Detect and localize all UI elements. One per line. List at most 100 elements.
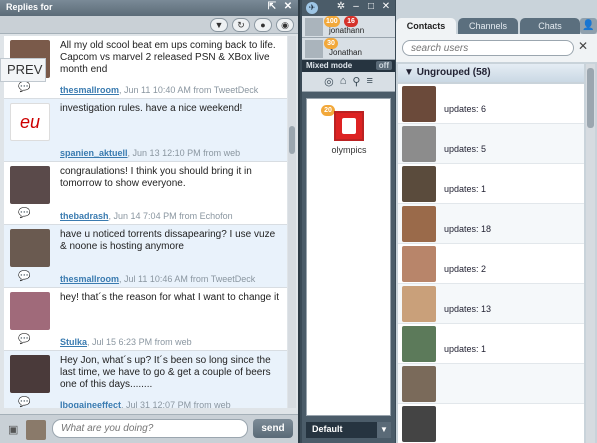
avatar[interactable]	[402, 246, 436, 282]
avatar[interactable]	[402, 406, 436, 442]
minimize-icon[interactable]: –	[350, 1, 362, 13]
tweet-item[interactable]: 💬 hey! that´s the reason for what I want…	[4, 288, 287, 351]
tweet-text: congraulations! I think you should bring…	[60, 166, 252, 189]
group-badge: 20	[321, 105, 335, 116]
status-input[interactable]	[52, 419, 248, 438]
filter-icon[interactable]: ▼	[210, 18, 228, 32]
updates-count: updates: 5	[444, 144, 487, 154]
mode-state[interactable]: off	[375, 61, 392, 70]
tweet-feed: 💬 All my old scool beat em ups coming ba…	[4, 36, 287, 408]
reply-icon[interactable]: 💬	[18, 82, 30, 93]
contact-item[interactable]: updates: 1	[398, 164, 584, 204]
avatar[interactable]	[10, 355, 50, 393]
feed-scrollbar[interactable]	[288, 36, 296, 408]
tweet-item[interactable]: 💬 have u noticed torrents dissapearing? …	[4, 225, 287, 288]
close-icon[interactable]: ✕	[282, 1, 294, 13]
menu-icon[interactable]: ≡	[366, 75, 372, 91]
contact-item[interactable]: updates: 13	[398, 284, 584, 324]
chevron-down-icon[interactable]: ▼	[377, 422, 391, 438]
mid-toolbar: ◎ ⌂ ⚲ ≡	[302, 72, 395, 92]
pop-out-icon[interactable]: ⇱	[266, 1, 278, 13]
settings-icon[interactable]: ✲	[335, 1, 347, 13]
tweet-text: Hey Jon, what´s up? It´s been so long si…	[60, 355, 271, 390]
tweet-user[interactable]: thesmallroom	[60, 85, 119, 95]
updates-count: updates: 1	[444, 344, 487, 354]
tab-channels[interactable]: Channels	[458, 18, 518, 34]
tweet-text: have u noticed torrents dissapearing? I …	[60, 229, 276, 252]
tweet-item[interactable]: 💬 All my old scool beat em ups coming ba…	[4, 36, 287, 99]
maximize-icon[interactable]: □	[365, 1, 377, 13]
replies-panel: Replies for ⇱ ✕ ▼ ↻ ● ◉ PREV 💬 All my ol…	[0, 0, 300, 443]
contact-item[interactable]: updates: 18	[398, 204, 584, 244]
reply-icon[interactable]: 💬	[18, 334, 30, 345]
close-icon[interactable]: ✕	[380, 1, 392, 13]
reply-icon[interactable]: 💬	[18, 208, 30, 219]
account-item[interactable]: 30 Jonathan	[302, 38, 395, 60]
contact-item[interactable]: updates: 6	[398, 84, 584, 124]
prev-button[interactable]: PREV	[0, 58, 46, 82]
avatar	[305, 40, 323, 58]
tweet-item[interactable]: eu investigation rules. have a nice week…	[4, 99, 287, 162]
tweet-user[interactable]: Ibogaineeffect	[60, 400, 121, 408]
contact-item[interactable]: updates: 1	[398, 324, 584, 364]
tab-contacts[interactable]: Contacts	[396, 18, 456, 34]
contact-item[interactable]	[398, 364, 584, 404]
avatar[interactable]	[402, 126, 436, 162]
camera-icon[interactable]: ▣	[8, 423, 18, 436]
contacts-scrollbar[interactable]	[586, 64, 595, 443]
tweet-user[interactable]: thebadrash	[60, 211, 109, 221]
broadcast-icon[interactable]: ◎	[324, 75, 334, 91]
avatar[interactable]	[10, 229, 50, 267]
tweet-user[interactable]: spanien_aktuell	[60, 148, 128, 158]
tab-bar: Contacts Channels Chats	[396, 18, 580, 34]
avatar[interactable]	[10, 166, 50, 204]
reply-icon[interactable]: ●	[254, 18, 272, 32]
scrollbar-thumb[interactable]	[289, 126, 295, 154]
contact-item[interactable]: updates: 2	[398, 244, 584, 284]
contacts-panel: Contacts Channels Chats 👤 ✕ ▼ Ungrouped …	[396, 0, 597, 443]
tweet-meta: thesmallroom, Jul 11 10:46 AM from Tweet…	[60, 274, 256, 284]
scrollbar-thumb[interactable]	[587, 68, 594, 128]
home-icon[interactable]: ⌂	[340, 75, 347, 91]
view-label: Default	[312, 424, 343, 434]
conversation-icon[interactable]: ◉	[276, 18, 294, 32]
group-heading[interactable]: ▼ Ungrouped (58)	[398, 64, 584, 82]
contact-item[interactable]	[398, 404, 584, 443]
avatar	[26, 420, 46, 440]
tweet-user[interactable]: thesmallroom	[60, 274, 119, 284]
avatar[interactable]	[10, 292, 50, 330]
avatar[interactable]: eu	[10, 103, 50, 141]
search-icon[interactable]: ⚲	[352, 75, 360, 91]
tweet-meta: spanien_aktuell, Jun 13 12:10 PM from we…	[60, 148, 241, 158]
contact-item[interactable]: updates: 5	[398, 124, 584, 164]
mixed-mode-toggle[interactable]: Mixed mode off	[302, 60, 395, 72]
avatar[interactable]	[402, 326, 436, 362]
close-icon[interactable]: ✕	[578, 39, 588, 53]
contact-list: updates: 6 updates: 5 updates: 1 updates: 1…	[398, 84, 584, 443]
avatar[interactable]	[402, 366, 436, 402]
add-user-button[interactable]: 👤	[580, 18, 597, 34]
tweet-time: Jun 11 10:40 AM from TweetDeck	[124, 85, 259, 95]
refresh-icon[interactable]: ↻	[232, 18, 250, 32]
avatar[interactable]	[402, 206, 436, 242]
avatar[interactable]	[402, 286, 436, 322]
groups-panel: ✈ ✲ – □ ✕ 100 16 jonathann 30 Jonathan M…	[302, 0, 395, 443]
updates-count: updates: 13	[444, 304, 492, 314]
reply-icon[interactable]: 💬	[18, 397, 30, 408]
view-selector[interactable]: Default ▼	[306, 422, 391, 438]
search-input[interactable]	[402, 40, 574, 56]
reply-icon[interactable]: 💬	[18, 271, 30, 282]
avatar[interactable]	[402, 166, 436, 202]
tweet-item[interactable]: 💬 congraulations! I think you should bri…	[4, 162, 287, 225]
avatar[interactable]	[402, 86, 436, 122]
group-label: olympics	[331, 145, 367, 155]
tab-chats[interactable]: Chats	[520, 18, 580, 34]
account-item[interactable]: 100 16 jonathann	[302, 16, 395, 38]
mode-label: Mixed mode	[306, 61, 353, 70]
composer: ▣ send	[0, 414, 298, 443]
account-name: jonathann	[329, 26, 365, 35]
group-item-olympics[interactable]: 20 olympics	[321, 105, 369, 155]
tweet-user[interactable]: Stulka	[60, 337, 87, 347]
send-button[interactable]: send	[253, 419, 293, 438]
tweet-item[interactable]: 💬 Hey Jon, what´s up? It´s been so long …	[4, 351, 287, 408]
